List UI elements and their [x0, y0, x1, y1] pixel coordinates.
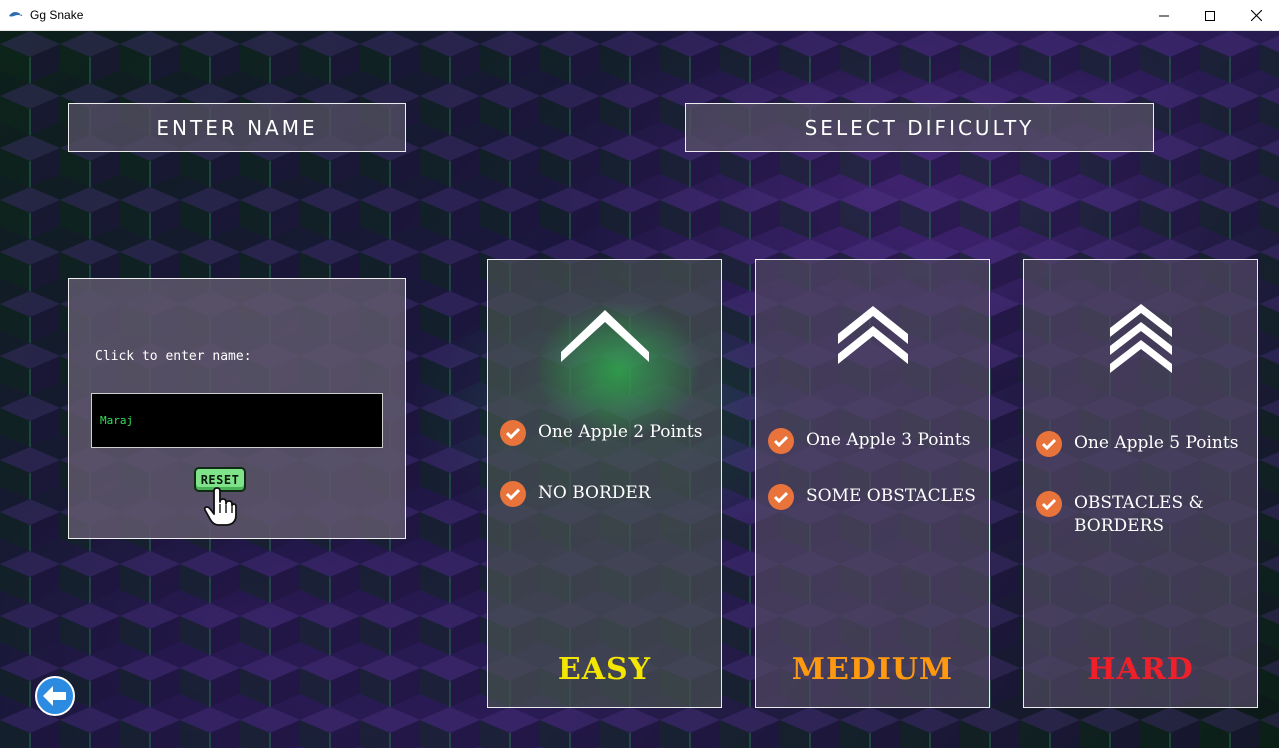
- medium-feature-1: One Apple 3 Points: [768, 428, 986, 454]
- enter-name-header: ENTER NAME: [68, 103, 406, 152]
- minimize-button[interactable]: [1141, 0, 1187, 31]
- feature-label: NO BORDER: [538, 483, 651, 503]
- name-entry-panel: Click to enter name: RESET: [68, 278, 406, 539]
- back-arrow-icon: [43, 686, 66, 706]
- hard-feature-1: One Apple 5 Points: [1036, 431, 1254, 457]
- maximize-icon: [1205, 10, 1215, 21]
- close-icon: [1250, 10, 1262, 21]
- enter-name-title: ENTER NAME: [156, 115, 318, 140]
- check-icon: [768, 484, 794, 510]
- name-prompt-label: Click to enter name:: [95, 349, 252, 364]
- check-icon: [1036, 491, 1062, 517]
- feature-label: One Apple 3 Points: [806, 430, 971, 450]
- name-input[interactable]: [91, 393, 383, 448]
- window-controls: [1141, 0, 1279, 31]
- select-difficulty-title: SELECT DIFICULTY: [804, 115, 1035, 140]
- difficulty-card-medium[interactable]: One Apple 3 Points SOME OBSTACLES MEDIUM: [755, 259, 990, 708]
- check-icon: [768, 428, 794, 454]
- difficulty-card-easy[interactable]: One Apple 2 Points NO BORDER EASY: [487, 259, 722, 708]
- back-button[interactable]: [35, 676, 75, 716]
- easy-feature-2: NO BORDER: [500, 481, 708, 507]
- minimize-icon: [1159, 15, 1169, 16]
- difficulty-card-hard[interactable]: One Apple 5 Points OBSTACLES & BORDERS H…: [1023, 259, 1258, 708]
- check-icon: [1036, 431, 1062, 457]
- maximize-button[interactable]: [1187, 0, 1233, 31]
- feature-label: SOME OBSTACLES: [806, 486, 976, 506]
- window-title: Gg Snake: [30, 8, 84, 22]
- hard-feature-2: OBSTACLES & BORDERS: [1036, 491, 1224, 538]
- hard-label: HARD: [1087, 652, 1194, 687]
- hand-cursor-icon: [203, 487, 237, 526]
- select-difficulty-header: SELECT DIFICULTY: [685, 103, 1154, 152]
- feature-label: One Apple 5 Points: [1074, 433, 1239, 453]
- medium-label: MEDIUM: [791, 652, 954, 687]
- chevron-triple-icon: [1024, 302, 1257, 374]
- app-icon: [9, 12, 23, 17]
- feature-label: OBSTACLES & BORDERS: [1074, 493, 1204, 536]
- chevron-double-icon: [756, 304, 989, 368]
- window-titlebar: Gg Snake: [0, 0, 1279, 31]
- close-button[interactable]: [1233, 0, 1279, 31]
- medium-feature-2: SOME OBSTACLES: [768, 484, 986, 510]
- feature-label: One Apple 2 Points: [538, 422, 703, 442]
- chevron-single-icon: [488, 306, 721, 366]
- check-icon: [500, 420, 526, 446]
- easy-feature-1: One Apple 2 Points: [500, 420, 708, 446]
- check-icon: [500, 481, 526, 507]
- easy-label: EASY: [557, 652, 652, 687]
- game-screen: ENTER NAME SELECT DIFICULTY Click to ent…: [0, 31, 1279, 748]
